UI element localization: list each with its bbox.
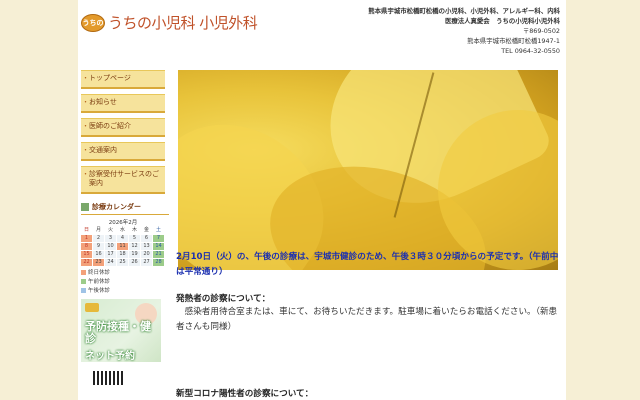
page-container: うちの うちの小児科 小児外科 熊本県宇城市松橋町松橋の小児科、小児外科、アレル…: [78, 0, 566, 400]
calendar-day: 22: [81, 259, 92, 266]
legend-swatch: [81, 279, 86, 284]
calendar-day: 11: [117, 243, 128, 250]
calendar-heading: 診療カレンダー: [81, 202, 169, 215]
site-header: うちの うちの小児科 小児外科 熊本県宇城市松橋町松橋の小児科、小児外科、アレル…: [78, 0, 566, 62]
legend-item: 終日休診: [81, 269, 165, 278]
calendar-day: 25: [117, 259, 128, 266]
sidebar: トップページ お知らせ 医師のご紹介 交通案内 診察受付サービスのご案内 診療カ…: [81, 70, 169, 385]
calendar-day: 13: [141, 243, 152, 250]
nav-item-reception[interactable]: 診察受付サービスのご案内: [81, 166, 165, 194]
calendar-day: 9: [93, 243, 104, 250]
weekday-header: 土: [155, 227, 161, 233]
legend-label: 終日休診: [88, 270, 111, 276]
clinic-calendar: 2026年2月 日 月 火 水 木 金 土 1 2 3 4 5 6 7 8 9 …: [81, 218, 165, 296]
banner-title: 予防接種・健診: [85, 320, 151, 345]
announcement-notice: 2月10日（火）の、午後の診療は、宇城市健診のため、午後３時３０分頃からの予定で…: [176, 252, 559, 277]
weekday-header: 月: [95, 227, 101, 233]
calendar-day: 27: [141, 259, 152, 266]
calendar-day: 4: [117, 235, 128, 242]
clinic-name: 医療法人真愛会 うちの小児科小児外科: [444, 17, 560, 25]
clinic-description: 熊本県宇城市松橋町松橋の小児科、小児外科、アレルギー科、内科: [368, 7, 560, 15]
calendar-day: 5: [129, 235, 140, 242]
calendar-icon: [81, 203, 89, 211]
calendar-day: 21: [153, 251, 164, 258]
qr-code: [93, 371, 123, 385]
fever-patients-heading: 発熱者の診察について：: [176, 294, 271, 304]
legend-label: 午前休診: [88, 279, 111, 285]
calendar-month: 2026年2月: [108, 220, 138, 226]
calendar-day: 16: [93, 251, 104, 258]
calendar-day: 24: [105, 259, 116, 266]
logo-badge: うちの: [81, 13, 105, 32]
weekday-header: 日: [83, 227, 89, 233]
legend-item: 午後休診: [81, 287, 165, 296]
covid-patients-heading: 新型コロナ陽性者の診察について：: [176, 389, 314, 399]
banner-logo: [85, 303, 99, 312]
calendar-day: 20: [141, 251, 152, 258]
calendar-day: 2: [93, 235, 104, 242]
postal-code: 〒869-0502: [522, 27, 560, 35]
calendar-day: 7: [153, 235, 164, 242]
clinic-phone: TEL 0964-32-0550: [501, 47, 560, 55]
calendar-day: 12: [129, 243, 140, 250]
site-logo[interactable]: うちの うちの小児科 小児外科: [81, 12, 258, 33]
fever-patients-text: 感染者用待合室または、車にて、お待ちいただきます。駐車場に着いたらお電話ください…: [176, 307, 558, 332]
calendar-day: 17: [105, 251, 116, 258]
weekday-header: 水: [119, 227, 125, 233]
nav-item-top[interactable]: トップページ: [81, 70, 165, 89]
calendar-day: 10: [105, 243, 116, 250]
legend-swatch: [81, 288, 86, 293]
calendar-day: 8: [81, 243, 92, 250]
vaccination-booking-banner[interactable]: 予防接種・健診 ネット予約: [81, 299, 161, 362]
calendar-day: 26: [129, 259, 140, 266]
calendar-day: 15: [81, 251, 92, 258]
legend-item: 午前休診: [81, 278, 165, 287]
weekday-header: 金: [143, 227, 149, 233]
nav-item-doctor[interactable]: 医師のご紹介: [81, 118, 165, 137]
legend-swatch: [81, 270, 86, 275]
logo-text: うちの小児科 小児外科: [108, 14, 258, 32]
hero-image-ginkgo: [178, 70, 558, 270]
clinic-address: 熊本県宇城市松橋町松橋1947-1: [467, 37, 560, 45]
calendar-day: 14: [153, 243, 164, 250]
calendar-legend: 終日休診 午前休診 午後休診: [81, 269, 165, 296]
calendar-day: 6: [141, 235, 152, 242]
calendar-day: 18: [117, 251, 128, 258]
calendar-day: 19: [129, 251, 140, 258]
legend-label: 午後休診: [88, 288, 111, 294]
nav-item-access[interactable]: 交通案内: [81, 142, 165, 161]
calendar-grid: 日 月 火 水 木 金 土 1 2 3 4 5 6 7 8 9 10 11 12…: [81, 227, 165, 266]
weekday-header: 火: [107, 227, 113, 233]
clinic-info: 熊本県宇城市松橋町松橋の小児科、小児外科、アレルギー科、内科 医療法人真愛会 う…: [368, 6, 560, 56]
nav-item-news[interactable]: お知らせ: [81, 94, 165, 113]
weekday-header: 木: [131, 227, 137, 233]
calendar-day: 1: [81, 235, 92, 242]
calendar-day: 23: [93, 259, 104, 266]
calendar-day: 3: [105, 235, 116, 242]
calendar-title: 診療カレンダー: [92, 203, 141, 211]
calendar-day: 28: [153, 259, 164, 266]
banner-subtitle: ネット予約: [85, 351, 135, 362]
